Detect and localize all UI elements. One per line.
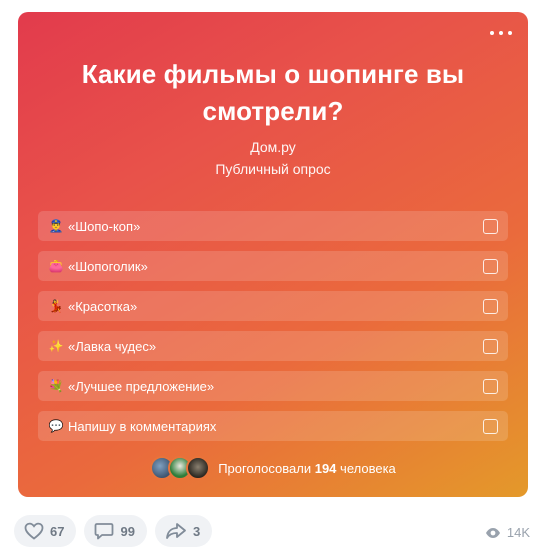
like-count: 67 <box>50 523 65 539</box>
poll-option-label: Напишу в комментариях <box>68 418 217 434</box>
dot-icon <box>490 31 494 35</box>
poll-option-checkbox[interactable] <box>483 418 498 434</box>
poll-option[interactable]: ✨ «Лавка чудес» <box>38 331 508 361</box>
eye-icon <box>485 527 500 538</box>
sparkles-icon: ✨ <box>48 339 64 353</box>
comment-count: 99 <box>120 523 135 539</box>
poll-card: Какие фильмы о шопинге вы смотрели? Дом.… <box>18 12 528 497</box>
poll-option-label: «Красотка» <box>68 298 138 314</box>
poll-option-checkbox[interactable] <box>483 338 498 354</box>
voters-suffix: человека <box>340 460 396 476</box>
heart-icon <box>24 522 44 540</box>
purse-icon: 👛 <box>48 259 64 273</box>
police-officer-icon: 👮‍♂ <box>48 219 64 233</box>
poll-option-label: «Лучшее предложение» <box>68 378 215 394</box>
poll-option-checkbox[interactable] <box>483 218 498 234</box>
more-options-button[interactable] <box>490 26 512 40</box>
poll-title: Какие фильмы о шопинге вы смотрели? <box>81 59 465 126</box>
avatar[interactable] <box>186 456 211 480</box>
dot-icon <box>508 31 512 35</box>
speech-bubble-icon: 💬 <box>48 419 64 433</box>
comment-icon <box>95 523 114 540</box>
poll-option[interactable]: 💃 «Красотка» <box>38 291 508 321</box>
voters-prefix: Проголосовали <box>218 460 312 476</box>
voter-avatars[interactable] <box>150 456 211 480</box>
views-count: 14K <box>506 525 530 540</box>
share-arrow-icon <box>166 523 186 539</box>
dancer-icon: 💃 <box>48 299 64 313</box>
share-button[interactable]: 3 <box>154 515 213 547</box>
poll-option[interactable]: 👮‍♂ «Шопо-коп» <box>38 211 508 241</box>
poll-option[interactable]: 💐 «Лучшее предложение» <box>38 371 508 401</box>
poll-option[interactable]: 👛 «Шопоголик» <box>38 251 508 281</box>
poll-option-label: «Шопоголик» <box>68 258 148 274</box>
poll-option-checkbox[interactable] <box>483 378 498 394</box>
views-counter: 14K <box>485 525 530 540</box>
like-button[interactable]: 67 <box>14 515 77 547</box>
voters-summary[interactable]: Проголосовали 194 человека <box>18 456 528 480</box>
poll-option-checkbox[interactable] <box>483 258 498 274</box>
share-count: 3 <box>192 523 201 539</box>
poll-type: Публичный опрос <box>215 161 331 177</box>
poll-option-label: «Шопо-коп» <box>68 218 141 234</box>
poll-option-checkbox[interactable] <box>483 298 498 314</box>
poll-option[interactable]: 💬 Напишу в комментариях <box>38 411 508 441</box>
poll-options: 👮‍♂ «Шопо-коп» 👛 «Шопоголик» 💃 «Красотка… <box>38 211 508 451</box>
bouquet-icon: 💐 <box>48 379 64 393</box>
voters-count-text: Проголосовали 194 человека <box>218 461 396 476</box>
voters-count: 194 <box>314 460 337 476</box>
poll-option-label: «Лавка чудес» <box>68 338 157 354</box>
post-actions: 67 99 3 <box>14 515 220 547</box>
comment-button[interactable]: 99 <box>84 515 147 547</box>
dot-icon <box>499 31 503 35</box>
poll-author[interactable]: Дом.ру <box>18 139 528 155</box>
